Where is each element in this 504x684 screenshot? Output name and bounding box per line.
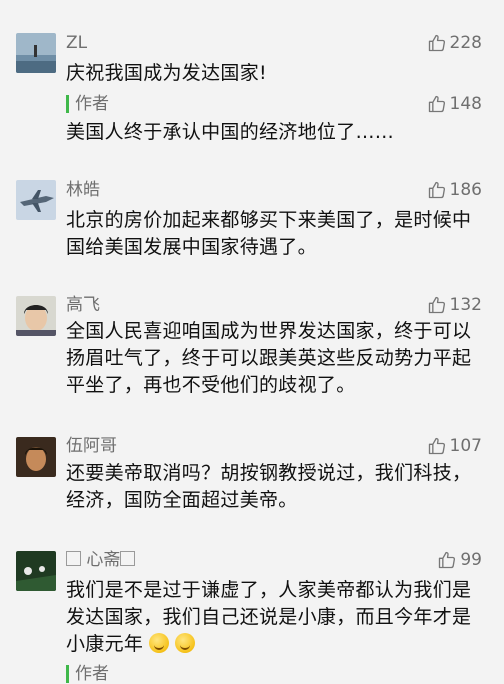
author-bar [66, 665, 69, 683]
author-bar [66, 95, 69, 113]
like-count: 228 [449, 33, 482, 53]
like-button[interactable]: 228 [427, 33, 482, 53]
grin-emoji [175, 633, 196, 653]
like-button[interactable]: 99 [437, 550, 482, 570]
like-count: 107 [449, 436, 482, 456]
like-count: 99 [460, 550, 482, 570]
comment-text: 还要美帝取消吗？胡按钢教授说过，我们科技，经济，国防全面超过美帝。 [66, 462, 472, 511]
comment-text: 全国人民喜迎咱国成为世界发达国家，终于可以扬眉吐气了，终于可以跟美英这些反动势力… [66, 320, 472, 396]
like-button[interactable]: 132 [427, 295, 482, 315]
avatar[interactable] [16, 551, 56, 591]
commenter-name[interactable]: 高飞 [66, 295, 100, 315]
grin-emoji [149, 633, 170, 653]
avatar[interactable] [16, 296, 56, 336]
commenter-name[interactable]: ZL [66, 33, 87, 53]
author-label: 作者 [75, 94, 109, 114]
commenter-name[interactable]: 林皓 [66, 180, 100, 200]
avatar[interactable] [16, 180, 56, 220]
thumbs-up-icon [439, 551, 456, 569]
author-label: 作者 [75, 664, 109, 684]
like-count: 132 [449, 295, 482, 315]
thumbs-up-icon [428, 181, 445, 199]
reply-text: 美国人终于承认中国的经济地位了…… [66, 121, 395, 143]
reply-like-button[interactable]: 148 [427, 94, 482, 114]
square-glyph [120, 551, 136, 566]
thumbs-up-icon [428, 34, 445, 52]
comment-text: 北京的房价加起来都够买下来美国了，是时候中国给美国发展中国家待遇了。 [66, 209, 472, 258]
author-reply-tag: 作者 [66, 94, 109, 114]
avatar[interactable] [16, 437, 56, 477]
like-count: 148 [449, 94, 482, 114]
avatar[interactable] [16, 33, 56, 73]
thumbs-up-icon [428, 95, 445, 113]
comment-text-body: 我们是不是过于谦虚了，人家美帝都认为我们是发达国家，我们自己还说是小康，而且今年… [66, 579, 472, 655]
like-button[interactable]: 107 [427, 436, 482, 456]
comment-text: 我们是不是过于谦虚了，人家美帝都认为我们是发达国家，我们自己还说是小康，而且今年… [66, 577, 480, 658]
commenter-name-text: 心斋 [86, 550, 121, 570]
thumbs-up-icon [428, 437, 445, 455]
like-count: 186 [449, 180, 482, 200]
square-glyph [66, 551, 81, 566]
like-button[interactable]: 186 [427, 180, 482, 200]
comment-text: 庆祝我国成为发达国家! [66, 62, 267, 84]
thumbs-up-icon [428, 296, 445, 314]
commenter-name[interactable]: 伍阿哥 [66, 436, 117, 456]
commenter-name[interactable]: 心斋 [66, 550, 136, 570]
author-reply-tag: 作者 [66, 664, 109, 684]
